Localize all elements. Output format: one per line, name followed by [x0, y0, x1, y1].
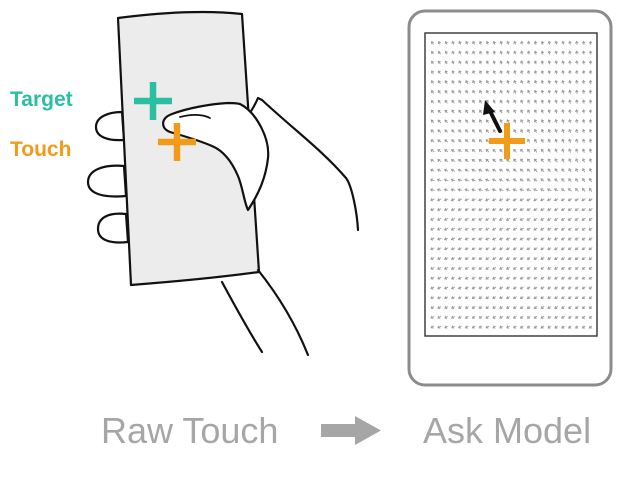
caption-row: Raw Touch Ask Model [101, 410, 591, 451]
model-phone-screen [424, 32, 598, 337]
touch-label: Touch [10, 138, 71, 161]
target-label: Target [10, 88, 73, 111]
ask-model-caption: Ask Model [423, 410, 591, 451]
ask-model-panel [407, 9, 613, 387]
diagram-canvas: Target Touch Raw Touch Ask Model [10, 9, 613, 451]
right-arrow-icon [321, 416, 381, 445]
raw-touch-caption: Raw Touch [101, 410, 278, 451]
hand-fingers [86, 110, 130, 244]
raw-touch-panel: Target Touch [10, 10, 360, 357]
